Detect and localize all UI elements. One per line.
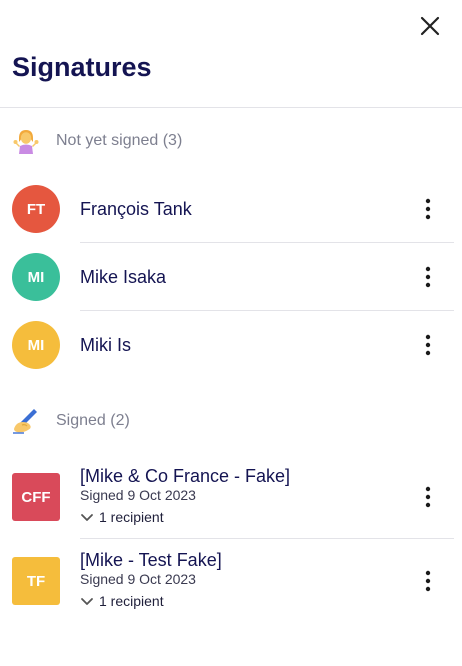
- signer-name: Mike Isaka: [80, 266, 167, 287]
- close-icon: [420, 16, 440, 36]
- signer-row[interactable]: MI Miki Is: [0, 311, 454, 379]
- avatar: MI: [12, 321, 60, 369]
- signed-date: Signed 9 Oct 2023: [80, 571, 196, 587]
- avatar: MI: [12, 253, 60, 301]
- recipients-count: 1 recipient: [99, 509, 164, 525]
- signed-date: Signed 9 Oct 2023: [80, 487, 196, 503]
- more-vertical-icon: [425, 486, 431, 508]
- signer-row[interactable]: MI Mike Isaka: [0, 243, 454, 311]
- chevron-down-icon: [81, 514, 93, 521]
- more-options-button[interactable]: [416, 265, 440, 289]
- document-title: [Mike & Co France - Fake]: [80, 466, 291, 486]
- writing-hand-icon: [12, 407, 40, 435]
- more-vertical-icon: [425, 334, 431, 356]
- more-options-button[interactable]: [416, 569, 440, 593]
- not-signed-label: Not yet signed (3): [56, 132, 183, 149]
- more-vertical-icon: [425, 266, 431, 288]
- recipients-toggle[interactable]: 1 recipient: [80, 590, 416, 612]
- more-options-button[interactable]: [416, 333, 440, 357]
- more-options-button[interactable]: [416, 485, 440, 509]
- signer-name: Miki Is: [80, 334, 131, 355]
- person-shrugging-icon: [12, 127, 40, 155]
- signer-name: François Tank: [80, 198, 192, 219]
- more-vertical-icon: [425, 570, 431, 592]
- document-avatar: CFF: [12, 473, 60, 521]
- page-title: Signatures: [12, 52, 152, 82]
- document-avatar: TF: [12, 557, 60, 605]
- document-title: [Mike - Test Fake]: [80, 550, 222, 570]
- more-vertical-icon: [425, 198, 431, 220]
- more-options-button[interactable]: [416, 197, 440, 221]
- recipients-toggle[interactable]: 1 recipient: [80, 506, 416, 528]
- not-signed-section-header: Not yet signed (3): [12, 126, 182, 156]
- signed-document-row[interactable]: TF [Mike - Test Fake] Signed 9 Oct 2023 …: [0, 539, 454, 623]
- avatar: FT: [12, 185, 60, 233]
- signed-section-header: Signed (2): [12, 406, 130, 436]
- signed-document-row[interactable]: CFF [Mike & Co France - Fake] Signed 9 O…: [0, 455, 454, 539]
- signer-row[interactable]: FT François Tank: [0, 175, 454, 243]
- close-button[interactable]: [416, 12, 444, 40]
- signed-label: Signed (2): [56, 412, 130, 429]
- recipients-count: 1 recipient: [99, 593, 164, 609]
- chevron-down-icon: [81, 598, 93, 605]
- header-divider: [0, 107, 462, 108]
